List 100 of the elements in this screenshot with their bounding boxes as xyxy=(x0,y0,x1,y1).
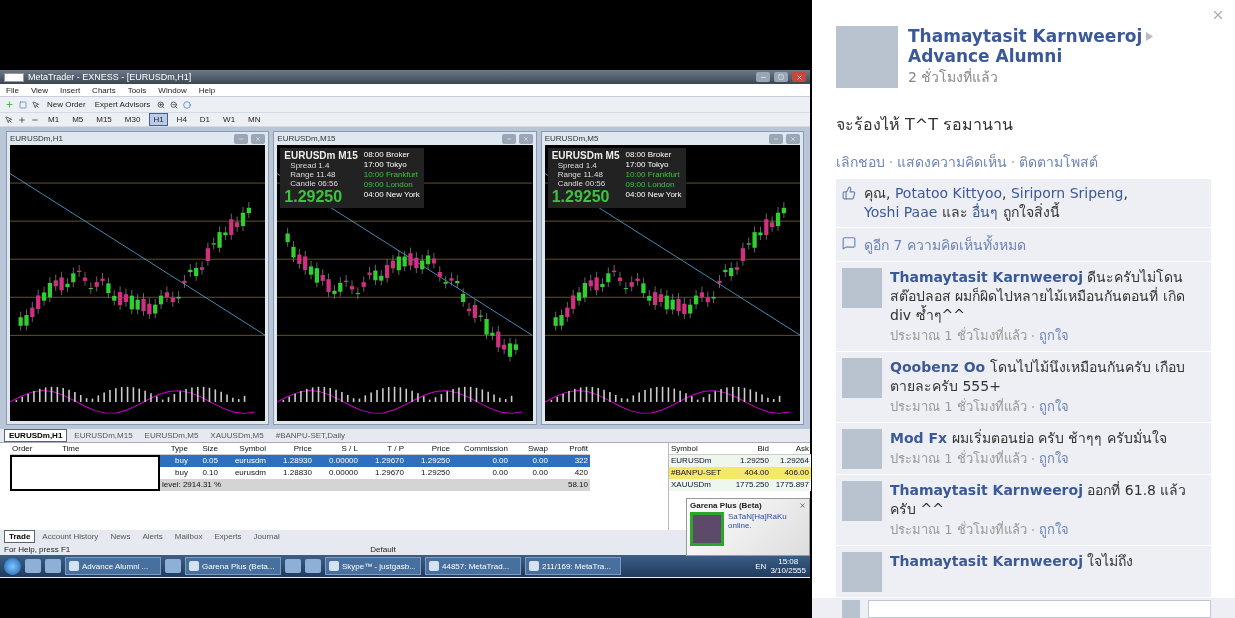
table-cell[interactable]: XAUUSDm xyxy=(669,479,731,491)
timeframe-button[interactable]: W1 xyxy=(219,113,240,126)
author-link[interactable]: Thamaytasit Karnweeroj xyxy=(890,553,1083,569)
table-cell[interactable]: 0.00 xyxy=(510,467,550,479)
notification-message: SaTaN[Ha]RaKu online. xyxy=(728,512,788,532)
timeframe-button[interactable]: M30 xyxy=(120,113,145,126)
table-cell[interactable]: 1.28930 xyxy=(268,455,314,467)
menu-item[interactable]: File xyxy=(6,85,19,95)
timeframe-button[interactable]: MN xyxy=(244,113,265,126)
table-cell[interactable]: 1775.250 xyxy=(731,479,771,491)
session-row-text: 09:00 London xyxy=(625,180,676,190)
chart-tab[interactable]: XAUUSDm,M5 xyxy=(205,429,269,442)
table-cell[interactable]: 0.00 xyxy=(452,467,510,479)
session-row-text: 08:00 Broker xyxy=(363,150,411,160)
table-cell[interactable]: 0.00 xyxy=(510,455,550,467)
terminal-tab[interactable]: Account History xyxy=(37,530,104,543)
timeframe-button[interactable]: H1 xyxy=(149,113,168,126)
table-cell[interactable]: eurusdm xyxy=(220,455,268,467)
terminal-tab[interactable]: Trade xyxy=(4,530,36,543)
timeframe-button[interactable]: D1 xyxy=(195,113,215,126)
table-cell[interactable]: 1.29250 xyxy=(406,455,452,467)
comment-text: Mod Fx ผมเริ่มตอนย่อ ครับ ช้าๆๆ ครับมั่นใจ xyxy=(890,429,1167,448)
chart-tab[interactable]: #BANPU-SET,Daily xyxy=(270,429,351,442)
menu-item[interactable]: Insert xyxy=(60,85,81,95)
session-row-text: 10:00 Frankfurt xyxy=(625,170,681,180)
table-cell[interactable]: #BANPU-SET xyxy=(669,467,731,479)
symbol-label: EURUSDm M5 xyxy=(551,150,620,161)
session-row-text: 10:00 Frankfurt xyxy=(363,170,419,180)
author-link[interactable]: Mod Fx xyxy=(890,430,948,446)
timeframe-button[interactable]: H4 xyxy=(172,113,191,126)
taskbar-button[interactable]: 44857: MetaTrad... xyxy=(425,557,521,575)
author-link[interactable]: Thamaytasit Karnweeroj xyxy=(890,482,1083,498)
chart-tab[interactable]: EURUSDm,M15 xyxy=(69,429,138,442)
table-cell[interactable]: 1.29250 xyxy=(406,467,452,479)
menu-item[interactable]: Help xyxy=(198,85,216,95)
menu-item[interactable]: Charts xyxy=(92,85,116,95)
table-cell[interactable]: 406.00 xyxy=(771,467,811,479)
info-row-text: Spread 1.4 xyxy=(289,161,331,170)
taskbar-button[interactable]: Skype™ - justgasb... xyxy=(325,557,421,575)
price-label: 1.29250 xyxy=(284,188,344,206)
timeframe-button[interactable]: M1 xyxy=(44,113,64,126)
action-link[interactable]: เลิกชอบ xyxy=(836,151,885,173)
table-cell[interactable]: 1775.897 xyxy=(771,479,811,491)
table-cell[interactable]: EURUSDm xyxy=(669,455,731,467)
taskbar-button[interactable]: 211/169: MetaTra... xyxy=(525,557,621,575)
table-cell[interactable]: 1.28830 xyxy=(268,467,314,479)
group-link[interactable]: Advance Alumni xyxy=(908,46,1154,66)
action-link[interactable]: แสดงความคิดเห็น xyxy=(897,151,1007,173)
info-row-text: Candle 06:56 xyxy=(289,179,339,188)
taskbar-button[interactable]: Garena Plus (Beta... xyxy=(185,557,281,575)
timeframe-button[interactable]: M5 xyxy=(68,113,88,126)
notification-title: Garena Plus (Beta) xyxy=(690,501,762,510)
author-link[interactable]: Thamaytasit Karnweeroj xyxy=(890,269,1083,285)
session-row-text: 08:00 Broker xyxy=(625,150,673,160)
table-cell[interactable]: 0.00000 xyxy=(314,455,360,467)
table-cell[interactable]: 404.00 xyxy=(731,467,771,479)
comment-time: ประมาณ 1 ชั่วโมงที่แล้ว xyxy=(890,449,1027,468)
name-link[interactable]: Potatoo Kittyoo xyxy=(894,185,1003,201)
author-link[interactable]: Thamaytasit Karnweeroj xyxy=(908,26,1143,46)
comment-text: Thamaytasit Karnweeroj ดีนะครับไม่โดนสต๊อปลอส ผมก็ผิดไปหลายไม้เหมือนกันตอนที่ เกิด div ซ้ำๆ^^ xyxy=(890,268,1186,325)
table-cell[interactable]: 0.00000 xyxy=(314,467,360,479)
terminal-tab[interactable]: News xyxy=(105,530,136,543)
language-indicator[interactable]: EN xyxy=(755,561,767,571)
comment-text: Thamaytasit Karnweeroj ใจไม่ถึง xyxy=(890,552,1134,571)
chart-title: EURUSDm,H1 xyxy=(10,134,63,143)
toolbar-button[interactable]: Expert Advisors xyxy=(92,100,153,109)
menu-item[interactable]: View xyxy=(30,85,49,95)
symbol-label: EURUSDm M15 xyxy=(284,150,358,161)
name-link[interactable]: Yoshi Paae xyxy=(864,204,938,220)
post-time: 2 ชั่วโมงที่แล้ว xyxy=(908,67,1000,87)
table-cell[interactable]: 1.29250 xyxy=(731,455,771,467)
menu-item[interactable]: Tools xyxy=(127,85,147,95)
taskbar-button[interactable]: Advance Alumni ... xyxy=(65,557,161,575)
table-cell[interactable]: 0.05 xyxy=(190,455,220,467)
terminal-tab[interactable]: Journal xyxy=(248,530,285,543)
menu-item[interactable]: Window xyxy=(158,85,187,95)
table-cell[interactable]: 0.10 xyxy=(190,467,220,479)
table-cell[interactable]: buy xyxy=(160,455,190,467)
table-cell[interactable]: 1.29670 xyxy=(360,467,406,479)
terminal-tab[interactable]: Mailbox xyxy=(169,530,208,543)
terminal-tab[interactable]: Experts xyxy=(209,530,247,543)
chart-tab[interactable]: EURUSDm,M5 xyxy=(139,429,204,442)
info-row-text: Spread 1.4 xyxy=(556,161,598,170)
name-link[interactable]: Siriporn Sripeng xyxy=(1010,185,1124,201)
table-cell[interactable]: 0.00 xyxy=(452,455,510,467)
terminal-tab[interactable]: Alerts xyxy=(137,530,168,543)
clock-time: 15:08 xyxy=(778,557,799,566)
chart-tab[interactable]: EURUSDm,H1 xyxy=(4,429,68,442)
table-cell[interactable]: eurusdm xyxy=(220,467,268,479)
post-text: จะร้องไห้ T^T รอมานาน xyxy=(836,114,1015,136)
toolbar-button[interactable]: New Order xyxy=(45,100,88,109)
timeframe-button[interactable]: M15 xyxy=(92,113,116,126)
table-cell[interactable]: 420 xyxy=(550,467,590,479)
author-link[interactable]: Qoobenz Oo xyxy=(890,359,986,375)
table-cell[interactable]: 322 xyxy=(550,455,590,467)
name-link[interactable]: อื่นๆ xyxy=(972,204,999,220)
table-cell[interactable]: buy xyxy=(160,467,190,479)
table-cell[interactable]: 1.29670 xyxy=(360,455,406,467)
action-link[interactable]: ติดตามโพสต์ xyxy=(1019,151,1098,173)
table-cell[interactable]: 1.29264 xyxy=(771,455,811,467)
